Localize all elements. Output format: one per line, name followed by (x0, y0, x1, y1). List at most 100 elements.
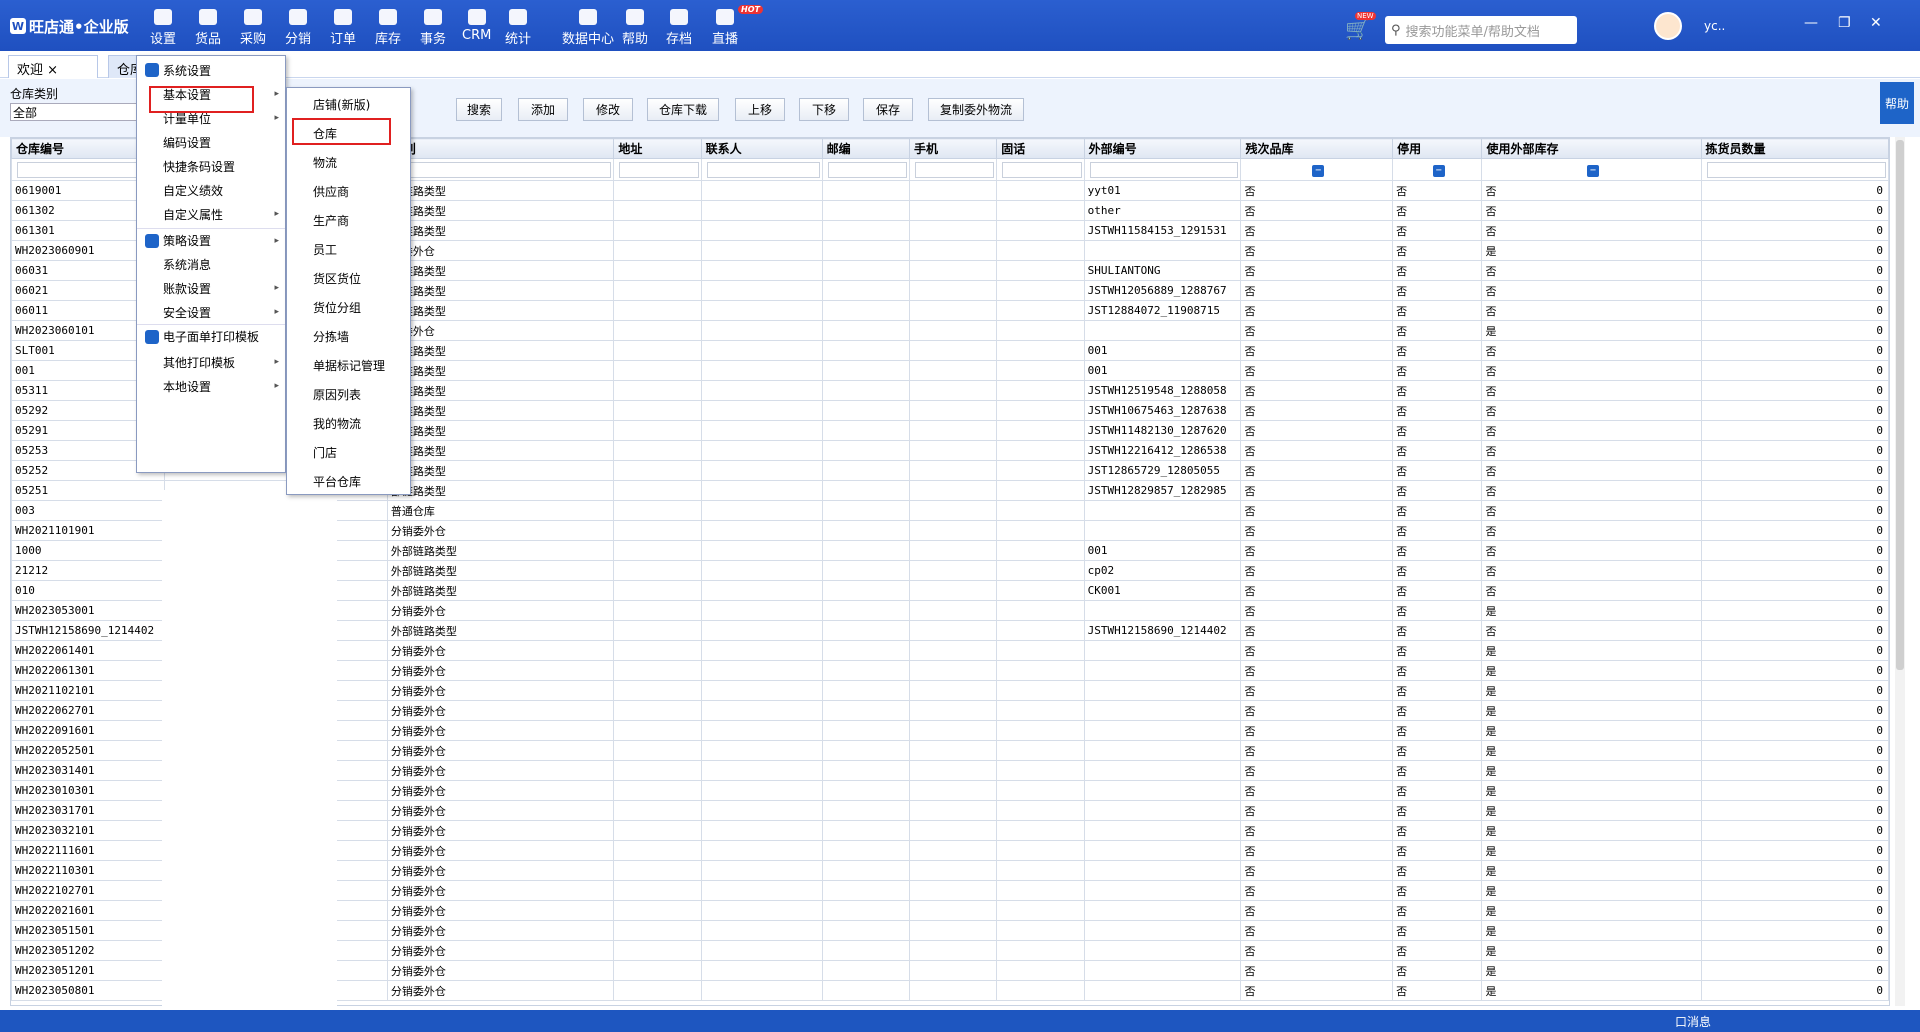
filter-input[interactable] (827, 161, 907, 178)
column-header[interactable]: 残次品库 (1240, 138, 1394, 159)
move-down-button[interactable]: 下移 (799, 98, 849, 121)
menu-item[interactable]: 快捷条码设置 (137, 154, 285, 178)
message-link[interactable]: 口消息 (1675, 1013, 1711, 1030)
search-input[interactable]: ⚲ 搜索功能菜单/帮助文档 (1385, 16, 1577, 44)
column-header[interactable]: 类别 (386, 138, 615, 159)
nav-grid[interactable]: 库存 (375, 9, 401, 47)
column-header[interactable]: 固话 (996, 138, 1085, 159)
filter-cell[interactable] (908, 158, 998, 181)
nav-archive[interactable]: 存档 (666, 9, 692, 47)
filter-input[interactable] (1706, 161, 1886, 178)
filter-input[interactable] (1002, 161, 1082, 178)
nav-pie[interactable]: 统计 (505, 9, 531, 47)
column-header[interactable]: 联系人 (700, 138, 823, 159)
add-button[interactable]: 添加 (518, 98, 568, 121)
submenu-item[interactable]: 单据标记管理 (287, 353, 410, 377)
filter-cell[interactable] (1083, 158, 1242, 181)
menu-item[interactable]: 自定义属性 ▸ (137, 202, 285, 226)
filter-input[interactable] (706, 161, 820, 178)
filter-checkbox-icon[interactable]: − (1586, 164, 1599, 177)
menu-item[interactable]: 账款设置 ▸ (137, 276, 285, 300)
filter-cell[interactable] (821, 158, 910, 181)
menu-item[interactable]: 其他打印模板 ▸ (137, 350, 285, 374)
table-cell (996, 640, 1085, 661)
category-select[interactable]: 全部 (10, 103, 140, 121)
nav-cart[interactable]: 采购 (240, 9, 266, 47)
submenu-item[interactable]: 员工 (287, 237, 410, 261)
column-header[interactable]: 拣货员数量 (1700, 138, 1889, 159)
cart-icon[interactable]: 🛒 (1345, 17, 1370, 41)
menu-item[interactable]: 安全设置 ▸ (137, 300, 285, 324)
submenu-item[interactable]: 分拣墙 (287, 324, 410, 348)
submenu-item[interactable]: 生产商 (287, 208, 410, 232)
restore-icon[interactable]: ❐ (1838, 15, 1851, 31)
table-cell (908, 240, 998, 261)
menu-item[interactable]: 自定义绩效 (137, 178, 285, 202)
menu-item[interactable]: 系统设置 (137, 58, 285, 82)
nav-bar[interactable]: 数据中心 (562, 9, 614, 47)
scroll-thumb[interactable] (1896, 140, 1904, 670)
filter-cell[interactable]: − (1481, 158, 1702, 181)
filter-input[interactable] (392, 161, 612, 178)
submenu-item[interactable]: 门店 (287, 440, 410, 464)
submenu-item[interactable]: 我的物流 (287, 411, 410, 435)
menu-item[interactable]: 策略设置 ▸ (137, 228, 285, 252)
nav-user[interactable]: CRM (462, 9, 491, 47)
submenu-item[interactable]: 原因列表 (287, 382, 410, 406)
avatar[interactable] (1654, 12, 1682, 40)
submenu-item[interactable]: 平台仓库 (287, 469, 410, 493)
filter-input[interactable] (1089, 161, 1239, 178)
column-header[interactable]: 地址 (613, 138, 702, 159)
copy-logistics-button[interactable]: 复制委外物流 (928, 98, 1024, 121)
menu-item[interactable]: 电子面单打印模板 (137, 324, 285, 348)
move-up-button[interactable]: 上移 (735, 98, 785, 121)
nav-gear[interactable]: 设置 (150, 9, 176, 47)
submenu-item[interactable]: 物流 (287, 150, 410, 174)
column-header[interactable]: 停用 (1392, 138, 1483, 159)
menu-item[interactable]: 系统消息 (137, 252, 285, 276)
filter-input[interactable] (619, 161, 699, 178)
table-cell: SHULIANTONG (1083, 260, 1242, 281)
filter-cell[interactable] (613, 158, 702, 181)
column-header[interactable]: 邮编 (821, 138, 910, 159)
table-cell: 否 (1240, 940, 1394, 961)
filter-cell[interactable] (996, 158, 1085, 181)
filter-checkbox-icon[interactable]: − (1312, 164, 1325, 177)
nav-help[interactable]: 帮助 (622, 9, 648, 47)
close-tab-icon[interactable]: × (47, 63, 58, 78)
table-cell: 0 (1700, 880, 1889, 901)
save-button[interactable]: 保存 (863, 98, 913, 121)
filter-cell[interactable] (700, 158, 823, 181)
edit-button[interactable]: 修改 (583, 98, 633, 121)
tab-welcome[interactable]: 欢迎 × (8, 55, 98, 78)
submenu-item[interactable]: 供应商 (287, 179, 410, 203)
nav-calendar[interactable]: 订单 (330, 9, 356, 47)
nav-video[interactable]: 直播 HOT (712, 5, 763, 47)
filter-cell[interactable] (386, 158, 615, 181)
filter-input[interactable] (914, 161, 995, 178)
download-button[interactable]: 仓库下载 (647, 98, 719, 121)
table-cell (613, 360, 702, 381)
column-header[interactable]: 外部编号 (1083, 138, 1242, 159)
submenu-item[interactable]: 货位分组 (287, 295, 410, 319)
search-button[interactable]: 搜索 (456, 98, 502, 121)
filter-checkbox-icon[interactable]: − (1432, 164, 1445, 177)
column-header[interactable]: 使用外部库存 (1481, 138, 1702, 159)
nav-chat[interactable]: 事务 (420, 9, 446, 47)
column-header[interactable]: 手机 (908, 138, 998, 159)
table-cell (700, 840, 823, 861)
menu-item[interactable]: 本地设置 ▸ (137, 374, 285, 398)
nav-box[interactable]: 货品 (195, 9, 221, 47)
submenu-item[interactable]: 店铺(新版) (287, 92, 410, 116)
close-icon[interactable]: ✕ (1870, 15, 1882, 31)
nav-chart[interactable]: 分销 (285, 9, 311, 47)
hot-badge: HOT (738, 5, 763, 14)
submenu-item[interactable]: 货区货位 (287, 266, 410, 290)
username[interactable]: yc.. (1704, 19, 1725, 33)
filter-cell[interactable] (1700, 158, 1889, 181)
filter-cell[interactable]: − (1392, 158, 1483, 181)
filter-cell[interactable]: − (1240, 158, 1394, 181)
menu-item[interactable]: 编码设置 (137, 130, 285, 154)
minimize-icon[interactable]: — (1804, 15, 1818, 31)
help-button[interactable]: 帮助 (1880, 82, 1914, 124)
